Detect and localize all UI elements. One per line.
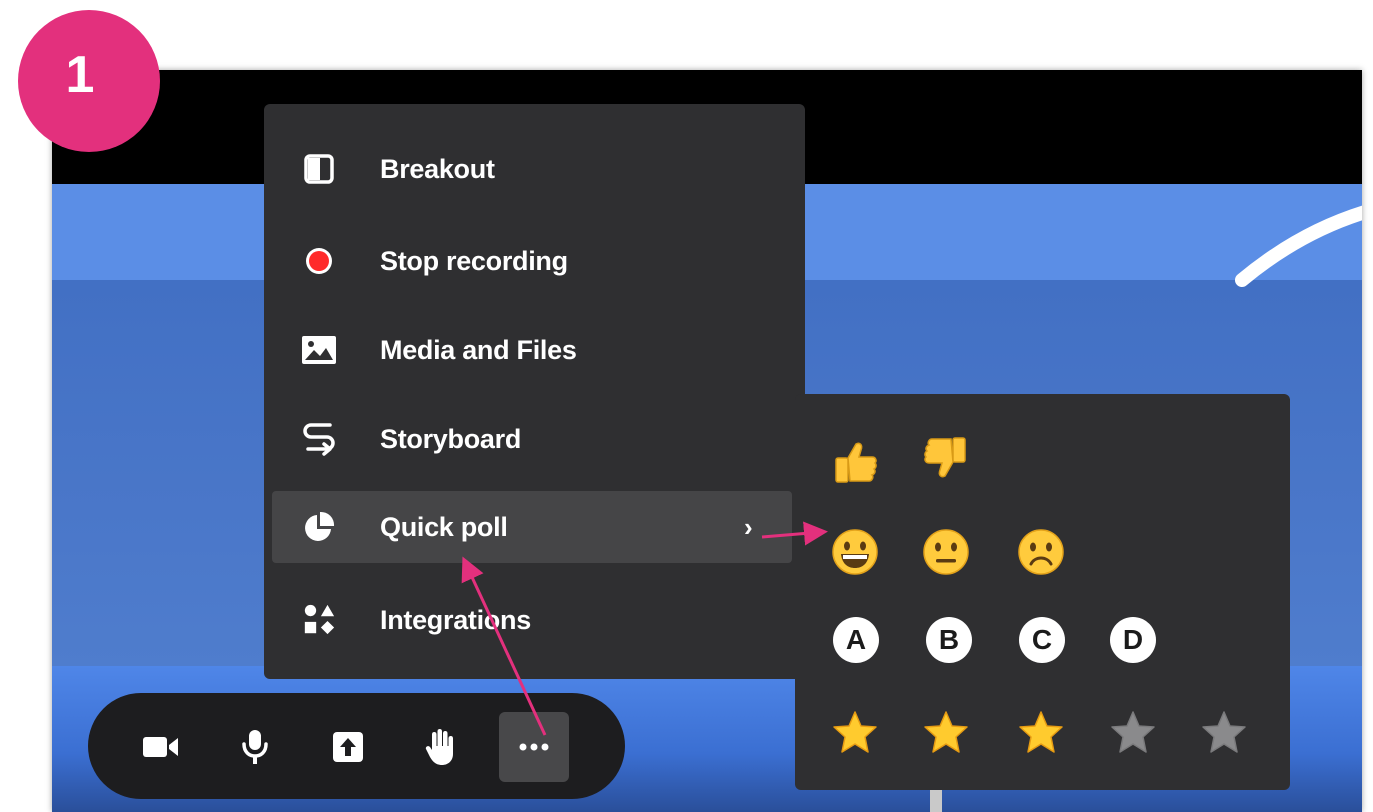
star-icon (833, 711, 877, 753)
menu-item-integrations[interactable]: Integrations (272, 584, 792, 656)
thumbs-up-icon (835, 442, 877, 483)
raise-hand-button[interactable] (406, 712, 476, 782)
menu-item-media-and-files[interactable]: Media and Files (272, 314, 792, 386)
menu-item-quick-poll[interactable]: Quick poll › (272, 491, 792, 563)
upload-icon (333, 732, 363, 762)
menu-item-label: Stop recording (380, 245, 568, 276)
more-options-menu: Breakout Stop recording Media and Files (264, 104, 805, 679)
poll-option-neutral[interactable] (919, 525, 973, 579)
menu-item-label: Quick poll (380, 511, 508, 542)
step-badge: 1 (18, 10, 160, 152)
menu-item-label: Media and Files (380, 334, 577, 365)
letter-b-label: B (926, 617, 972, 663)
poll-option-b[interactable]: B (922, 613, 976, 667)
poll-option-d[interactable]: D (1106, 613, 1160, 667)
poll-option-a[interactable]: A (829, 613, 883, 667)
meeting-toolbar (88, 693, 625, 799)
camera-button[interactable] (126, 712, 196, 782)
menu-item-breakout[interactable]: Breakout (272, 133, 792, 205)
grinning-face-icon (832, 529, 878, 575)
neutral-face-icon (923, 529, 969, 575)
poll-option-grinning[interactable] (828, 525, 882, 579)
star-icon (1111, 711, 1155, 753)
video-camera-icon (143, 737, 178, 757)
poll-option-thumbs-down[interactable] (919, 430, 973, 484)
image-icon (302, 333, 336, 367)
breakout-icon (302, 152, 336, 186)
star-icon (1202, 711, 1246, 753)
letter-a-label: A (833, 617, 879, 663)
poll-option-thumbs-up[interactable] (828, 436, 882, 490)
menu-item-label: Storyboard (380, 423, 522, 454)
menu-item-label: Breakout (380, 153, 495, 184)
menu-item-label: Integrations (380, 604, 531, 635)
poll-option-frowning[interactable] (1014, 525, 1068, 579)
storyboard-icon (302, 422, 336, 456)
frowning-face-icon (1018, 529, 1064, 575)
hand-icon (425, 729, 453, 765)
more-dots-icon (519, 743, 549, 751)
microphone-button[interactable] (220, 712, 290, 782)
poll-option-star-2[interactable] (919, 706, 973, 760)
poll-option-star-4[interactable] (1106, 706, 1160, 760)
poll-option-c[interactable]: C (1015, 613, 1069, 667)
letter-c-label: C (1019, 617, 1065, 663)
thumbs-down-icon (924, 437, 966, 478)
letter-d-label: D (1110, 617, 1156, 663)
quick-poll-submenu: A B C D (795, 394, 1290, 790)
star-icon (924, 711, 968, 753)
menu-item-storyboard[interactable]: Storyboard (272, 403, 792, 475)
star-icon (1019, 711, 1063, 753)
pie-chart-icon (302, 510, 336, 544)
share-screen-button[interactable] (313, 712, 383, 782)
microphone-icon (242, 730, 268, 764)
poll-option-star-1[interactable] (828, 706, 882, 760)
poll-option-star-3[interactable] (1014, 706, 1068, 760)
menu-item-stop-recording[interactable]: Stop recording (272, 225, 792, 297)
poll-option-star-5[interactable] (1197, 706, 1251, 760)
record-icon (302, 244, 336, 278)
chevron-right-icon: › (744, 511, 753, 542)
shapes-icon (302, 603, 336, 637)
more-options-button[interactable] (499, 712, 569, 782)
